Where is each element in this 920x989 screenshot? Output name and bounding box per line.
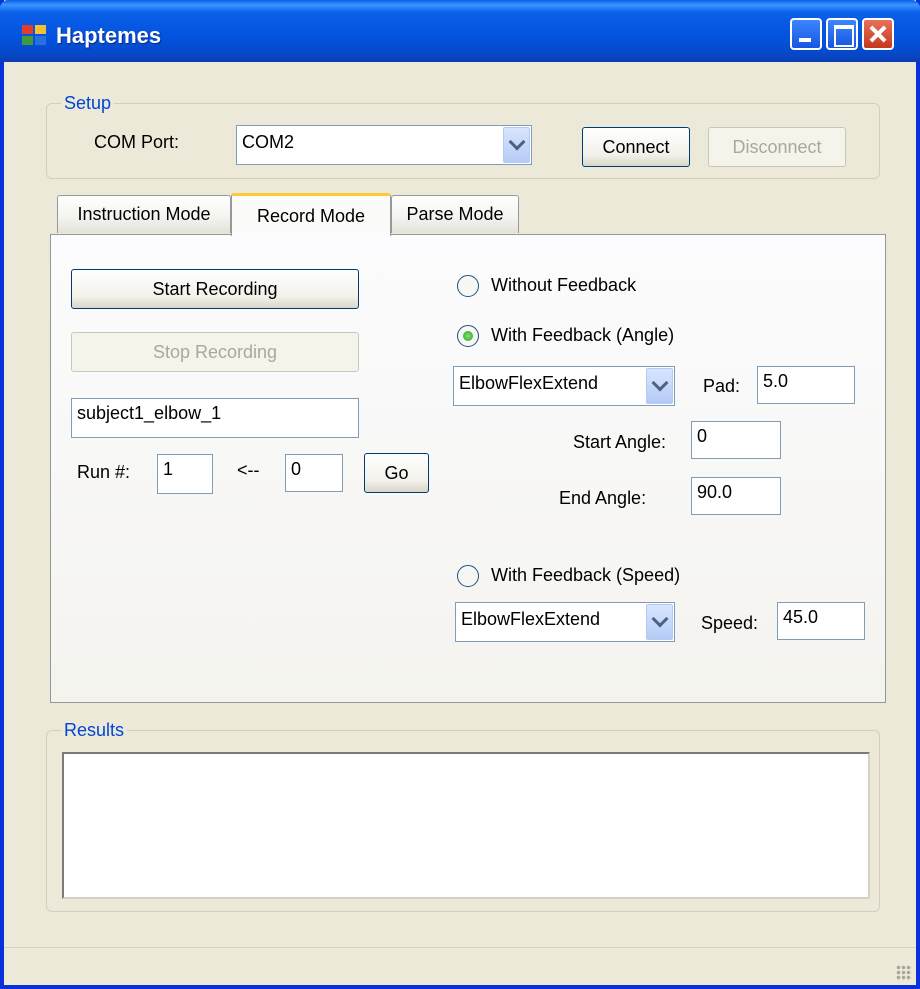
filename-input[interactable]: subject1_elbow_1 (71, 398, 359, 438)
record-mode-panel: Start Recording Stop Recording subject1_… (50, 234, 886, 703)
without-feedback-radio[interactable] (457, 275, 479, 297)
tab-instruction-mode[interactable]: Instruction Mode (57, 195, 231, 233)
tab-record-mode[interactable]: Record Mode (231, 193, 391, 236)
results-textarea[interactable] (62, 752, 870, 899)
angle-feedback-label[interactable]: With Feedback (Angle) (491, 325, 674, 346)
form-icon (22, 25, 46, 45)
without-feedback-label[interactable]: Without Feedback (491, 275, 636, 296)
chevron-down-icon[interactable] (646, 368, 673, 404)
window-title: Haptemes (56, 23, 162, 48)
start-angle-label: Start Angle: (573, 432, 667, 452)
start-angle-input[interactable]: 0 (691, 421, 781, 459)
setup-legend: Setup (61, 93, 115, 114)
angle-motion-value: ElbowFlexExtend (459, 373, 599, 393)
run-number-label: Run #: (77, 462, 131, 482)
com-port-select[interactable]: COM2 (236, 125, 532, 165)
speed-feedback-label[interactable]: With Feedback (Speed) (491, 565, 680, 586)
angle-motion-select[interactable]: ElbowFlexExtend (453, 366, 675, 406)
end-angle-input[interactable]: 90.0 (691, 477, 781, 515)
close-icon[interactable] (862, 18, 894, 50)
status-bar (4, 947, 916, 985)
speed-motion-value: ElbowFlexExtend (461, 609, 601, 629)
disconnect-button[interactable]: Disconnect (708, 127, 846, 167)
speed-feedback-radio[interactable] (457, 565, 479, 587)
speed-motion-select[interactable]: ElbowFlexExtend (455, 602, 675, 642)
angle-feedback-radio[interactable] (457, 325, 479, 347)
resize-grip-icon[interactable] (896, 965, 912, 981)
pad-label: Pad: (703, 376, 741, 396)
speed-label: Speed: (701, 613, 759, 633)
chevron-down-icon[interactable] (503, 127, 530, 163)
goto-run-input[interactable]: 0 (285, 454, 343, 492)
com-port-label: COM Port: (94, 132, 180, 152)
arrow-label: <-- (237, 460, 260, 480)
title-bar[interactable]: Haptemes (0, 0, 920, 62)
main-window: Haptemes Setup COM Port: COM2 Connect Di… (0, 0, 920, 989)
chevron-down-icon[interactable] (646, 604, 673, 640)
minimize-icon[interactable] (790, 18, 822, 50)
connect-button[interactable]: Connect (582, 127, 690, 167)
tab-parse-mode[interactable]: Parse Mode (391, 195, 519, 233)
end-angle-label: End Angle: (559, 488, 647, 508)
go-button[interactable]: Go (364, 453, 429, 493)
pad-input[interactable]: 5.0 (757, 366, 855, 404)
results-legend: Results (61, 720, 128, 741)
start-recording-button[interactable]: Start Recording (71, 269, 359, 309)
com-port-value: COM2 (242, 132, 295, 152)
speed-input[interactable]: 45.0 (777, 602, 865, 640)
stop-recording-button[interactable]: Stop Recording (71, 332, 359, 372)
maximize-icon[interactable] (826, 18, 858, 50)
run-number-input[interactable]: 1 (157, 454, 213, 494)
